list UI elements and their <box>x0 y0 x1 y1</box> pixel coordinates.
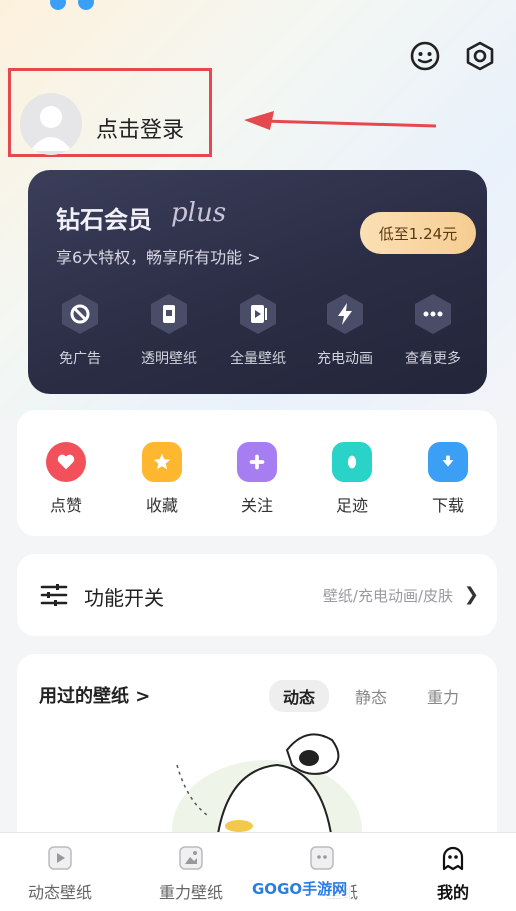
nav-mine[interactable]: 我的 <box>398 845 508 903</box>
status-bar <box>0 0 516 14</box>
star-icon <box>142 442 182 482</box>
chevron-right-icon: ❯ <box>463 584 479 605</box>
no-ads-icon <box>58 292 102 336</box>
watermark-logo: GOGO手游网 <box>248 876 352 902</box>
perk-label: 查看更多 <box>405 351 461 367</box>
vip-title: 钻石会员 <box>56 206 152 234</box>
hexagon-settings-icon[interactable] <box>464 40 496 72</box>
quick-action-label: 收藏 <box>145 496 178 515</box>
gravity-tile-icon <box>178 845 204 871</box>
nav-dynamic-wallpaper[interactable]: 动态壁纸 <box>5 845 115 903</box>
perk-charging-animation[interactable]: 充电动画 <box>305 292 385 368</box>
transparent-wallpaper-icon <box>147 292 191 336</box>
quick-action-like[interactable]: 点赞 <box>31 442 101 516</box>
nav-gravity-wallpaper[interactable]: 重力壁纸 <box>136 845 246 903</box>
quick-action-follow[interactable]: 关注 <box>222 442 292 516</box>
full-wallpaper-icon <box>236 292 280 336</box>
quick-actions-card: 点赞 收藏 关注 足迹 下载 <box>17 410 497 536</box>
perk-full-wallpaper[interactable]: 全量壁纸 <box>218 292 298 368</box>
empty-state-illustration <box>172 733 362 840</box>
nav-label: 我的 <box>436 883 469 902</box>
wallpaper-tile-icon <box>309 845 335 871</box>
sliders-icon <box>39 580 69 610</box>
perk-label: 透明壁纸 <box>141 351 197 367</box>
tab-gravity[interactable]: 重力 <box>413 680 473 712</box>
quick-action-label: 下载 <box>431 496 464 515</box>
perk-no-ads[interactable]: 免广告 <box>40 292 120 368</box>
plus-icon <box>237 442 277 482</box>
tab-static[interactable]: 静态 <box>341 680 401 712</box>
annotation-arrow <box>244 111 437 130</box>
vip-plus-label: plus <box>171 198 227 228</box>
vip-price-button[interactable]: 低至1.24元 <box>360 212 476 254</box>
quick-action-label: 关注 <box>240 496 273 515</box>
quick-action-download[interactable]: 下载 <box>413 442 483 516</box>
ghost-face-icon <box>440 845 466 871</box>
heart-icon <box>46 442 86 482</box>
login-link[interactable]: 点击登录 <box>96 112 184 144</box>
quick-action-label: 点赞 <box>49 496 82 515</box>
quick-action-history[interactable]: 足迹 <box>317 442 387 516</box>
quick-action-label: 足迹 <box>335 496 368 515</box>
charging-animation-icon <box>323 292 367 336</box>
perk-see-more[interactable]: 查看更多 <box>393 292 473 368</box>
tab-dynamic[interactable]: 动态 <box>268 680 329 712</box>
perk-label: 充电动画 <box>317 351 373 367</box>
play-tile-icon <box>47 845 73 871</box>
function-switch-row[interactable]: 功能开关 壁纸/充电动画/皮肤 ❯ <box>17 554 497 636</box>
more-dots-icon <box>411 292 455 336</box>
status-icon <box>78 0 94 10</box>
smiley-face-icon[interactable] <box>409 40 441 72</box>
function-switch-title: 功能开关 <box>84 586 164 610</box>
perk-label: 全量壁纸 <box>230 351 286 367</box>
nav-label: 重力壁纸 <box>158 883 223 902</box>
perk-transparent-wallpaper[interactable]: 透明壁纸 <box>129 292 209 368</box>
vip-card[interactable]: 钻石会员 plus 享6大特权，畅享所有功能 > 低至1.24元 免广告 透明壁… <box>28 170 487 394</box>
perk-label: 免广告 <box>59 351 101 367</box>
status-icon <box>50 0 66 10</box>
footprint-icon <box>332 442 372 482</box>
nav-label: 动态壁纸 <box>27 883 92 902</box>
vip-subtitle[interactable]: 享6大特权，畅享所有功能 > <box>56 244 261 268</box>
quick-action-favorite[interactable]: 收藏 <box>127 442 197 516</box>
download-folder-icon <box>428 442 468 482</box>
used-wallpapers-title[interactable]: 用过的壁纸 > <box>39 682 150 708</box>
avatar[interactable] <box>20 93 82 155</box>
used-wallpapers-tabs: 动态 静态 重力 <box>268 680 473 712</box>
function-switch-desc: 壁纸/充电动画/皮肤 <box>322 587 453 605</box>
